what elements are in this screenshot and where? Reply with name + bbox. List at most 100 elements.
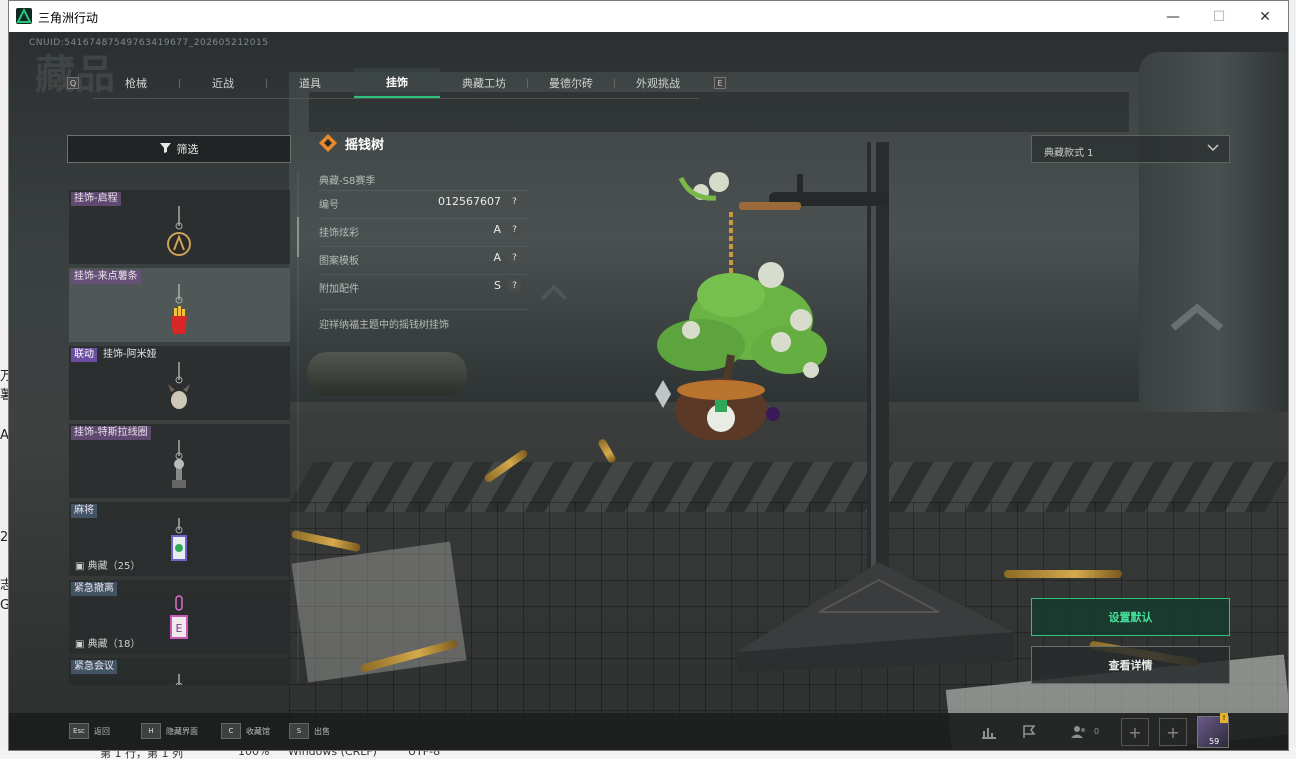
item-name-tag: 挂饰-特斯拉线圈 bbox=[71, 426, 151, 440]
collab-badge: 联动 bbox=[71, 348, 97, 362]
hint-sell[interactable]: S 出售 bbox=[289, 723, 330, 739]
hint-label: 返回 bbox=[94, 726, 110, 736]
list-item[interactable]: 麻将 ▣ 典藏（25） bbox=[69, 502, 290, 576]
background-tube bbox=[307, 352, 467, 396]
filter-icon bbox=[159, 142, 171, 156]
hint-label: 收藏馆 bbox=[246, 726, 270, 736]
rarity-diamond-icon bbox=[319, 134, 337, 152]
list-item[interactable]: 挂饰-特斯拉线圈 bbox=[69, 424, 290, 498]
tab-mandel-brick[interactable]: 曼德尔砖 bbox=[528, 68, 614, 98]
tab-collection-workshop[interactable]: 典藏工坊 bbox=[441, 68, 527, 98]
background-chevron-icon bbox=[540, 284, 568, 301]
player-level: 59 bbox=[1209, 737, 1220, 746]
key-s: S bbox=[289, 723, 309, 739]
hint-label: 出售 bbox=[314, 726, 330, 736]
flag-icon[interactable] bbox=[1014, 717, 1044, 747]
list-item[interactable]: 联动 挂饰-阿米娅 bbox=[69, 346, 290, 420]
list-item[interactable]: 挂饰-来点薯条 bbox=[69, 268, 290, 342]
key-c: C bbox=[221, 723, 241, 739]
detail-value: S bbox=[494, 279, 501, 292]
charm-mahjong-icon bbox=[171, 518, 187, 561]
tab-charms[interactable]: 挂饰 bbox=[354, 68, 440, 98]
category-tabs: 枪械 近战 道具 挂饰 典藏工坊 曼德尔砖 外观挑战 bbox=[93, 68, 699, 99]
key-h: H bbox=[141, 723, 161, 739]
help-icon[interactable]: ? bbox=[508, 279, 521, 292]
hint-collection-hall[interactable]: C 收藏馆 bbox=[221, 723, 270, 739]
game-window: 三角洲行动 — ☐ ✕ 藏品 CNUID:5416748754976341967… bbox=[8, 0, 1289, 751]
window-title: 三角洲行动 bbox=[38, 11, 99, 25]
app-logo-icon bbox=[16, 8, 32, 24]
detail-key: 图案模板 bbox=[319, 256, 359, 267]
tab-appearance-challenge[interactable]: 外观挑战 bbox=[615, 68, 701, 98]
charm-tesla-coil-icon bbox=[172, 440, 186, 488]
charm-amiya-icon bbox=[168, 362, 190, 409]
player-uid: CNUID:54167487549763419677_202605212015 bbox=[29, 38, 269, 48]
list-item[interactable]: 紧急撤离 E ▣ 典藏（18） bbox=[69, 580, 290, 654]
gallery-icon: ▣ bbox=[75, 639, 85, 650]
add-teammate-button[interactable]: + bbox=[1159, 718, 1187, 746]
charm-departure-icon bbox=[167, 206, 191, 256]
collection-count-label: 典藏（18） bbox=[87, 639, 141, 650]
key-esc: Esc bbox=[69, 723, 89, 739]
maximize-button[interactable]: ☐ bbox=[1196, 1, 1242, 32]
item-title: 摇钱树 bbox=[345, 138, 385, 153]
chevron-down-icon bbox=[1207, 144, 1219, 152]
help-icon[interactable]: ? bbox=[508, 223, 521, 236]
item-name-tag: 挂饰-来点薯条 bbox=[71, 270, 141, 284]
detail-row: 编号 012567607 ? bbox=[319, 190, 529, 212]
list-scrollbar[interactable] bbox=[297, 217, 299, 257]
item-name-tag: 挂饰-启程 bbox=[71, 192, 121, 206]
gallery-icon: ▣ bbox=[75, 561, 85, 572]
detail-value: A bbox=[493, 251, 501, 264]
close-button[interactable]: ✕ bbox=[1242, 1, 1288, 32]
svg-text:E: E bbox=[176, 622, 183, 635]
item-season: 典藏-S8赛季 bbox=[319, 176, 376, 187]
tab-next-key[interactable]: E bbox=[714, 77, 726, 89]
tab-prev-key[interactable]: Q bbox=[67, 77, 79, 89]
item-name-tag: 挂饰-阿米娅 bbox=[103, 349, 157, 360]
list-item[interactable]: 紧急会议 bbox=[69, 658, 290, 685]
detail-key: 挂饰炫彩 bbox=[319, 228, 359, 239]
filter-label: 筛选 bbox=[176, 143, 199, 156]
hint-hide-ui[interactable]: H 隐藏界面 bbox=[141, 723, 198, 739]
party-count: 0 bbox=[1094, 727, 1100, 736]
game-viewport: 藏品 CNUID:54167487549763419677_2026052120… bbox=[9, 32, 1288, 750]
detail-key: 编号 bbox=[319, 200, 339, 211]
help-icon[interactable]: ? bbox=[508, 195, 521, 208]
detail-value: 012567607 bbox=[438, 195, 501, 208]
charm-fries-icon bbox=[171, 284, 187, 334]
tab-melee[interactable]: 近战 bbox=[180, 68, 266, 98]
detail-row: 图案模板 A ? bbox=[319, 246, 529, 268]
set-default-button[interactable]: 设置默认 bbox=[1031, 598, 1230, 636]
detail-value: A bbox=[493, 223, 501, 236]
hint-back[interactable]: Esc 返回 bbox=[69, 723, 110, 739]
detail-key: 附加配件 bbox=[319, 284, 359, 295]
charm-emergency-meeting-icon bbox=[175, 674, 183, 685]
window-titlebar[interactable]: 三角洲行动 — ☐ ✕ bbox=[9, 1, 1288, 32]
style-dropdown-value: 典藏款式 1 bbox=[1044, 148, 1094, 159]
detail-row: 附加配件 S ? bbox=[319, 274, 529, 296]
help-icon[interactable]: ? bbox=[508, 251, 521, 264]
background-chevron-icon bbox=[1170, 303, 1224, 331]
view-details-button[interactable]: 查看详情 bbox=[1031, 646, 1230, 684]
detail-row: 挂饰炫彩 A ? bbox=[319, 218, 529, 240]
add-teammate-button[interactable]: + bbox=[1121, 718, 1149, 746]
item-name-tag: 麻将 bbox=[71, 504, 97, 518]
collection-count: ▣ 典藏（18） bbox=[75, 635, 140, 650]
filter-button[interactable]: 筛选 bbox=[67, 135, 291, 163]
money-tree-charm-model bbox=[655, 172, 827, 440]
stats-icon[interactable] bbox=[974, 717, 1004, 747]
item-name-tag: 紧急撤离 bbox=[71, 582, 117, 596]
charm-emergency-evac-icon: E bbox=[170, 595, 188, 639]
notification-badge: ! bbox=[1220, 713, 1228, 723]
collection-count: ▣ 典藏（25） bbox=[75, 557, 140, 572]
style-dropdown[interactable]: 典藏款式 1 bbox=[1031, 135, 1230, 163]
item-name-tag: 紧急会议 bbox=[71, 660, 117, 674]
tab-items[interactable]: 道具 bbox=[267, 68, 353, 98]
bottom-hint-bar: Esc 返回 H 隐藏界面 C 收藏馆 S 出售 0 + + ! 59 bbox=[9, 713, 1288, 750]
party-icon[interactable] bbox=[1064, 717, 1094, 747]
collection-count-label: 典藏（25） bbox=[87, 561, 141, 572]
minimize-button[interactable]: — bbox=[1150, 1, 1196, 32]
list-item[interactable]: 挂饰-启程 bbox=[69, 190, 290, 264]
tab-firearms[interactable]: 枪械 bbox=[93, 68, 179, 98]
